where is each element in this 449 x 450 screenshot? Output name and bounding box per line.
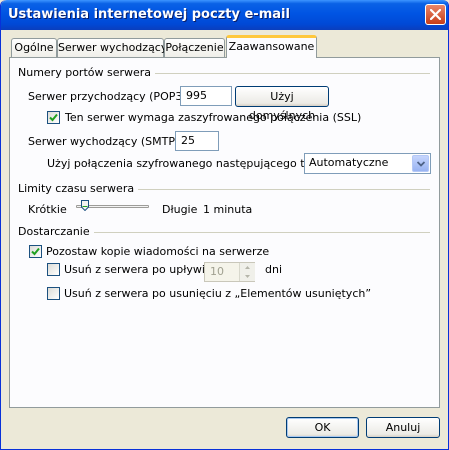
encryption-type-label: Użyj połączenia szyfrowanego następujące… bbox=[47, 157, 329, 170]
tab-panel-advanced: Numery portów serwera Serwer przychodząc… bbox=[9, 57, 440, 408]
incoming-port-label: Serwer przychodzący (POP3): bbox=[28, 90, 191, 103]
days-spinner[interactable] bbox=[239, 263, 255, 281]
remove-deleted-label: Usuń z serwera po usunięciu z „Elementów… bbox=[64, 287, 372, 300]
days-unit-label: dni bbox=[265, 263, 283, 276]
tab-advanced[interactable]: Zaawansowane bbox=[226, 35, 317, 58]
delivery-group-title: Dostarczanie bbox=[18, 225, 94, 238]
title-bar[interactable]: Ustawienia internetowej poczty e-mail bbox=[1, 0, 448, 30]
encryption-type-select[interactable]: Automatyczne bbox=[304, 153, 431, 174]
cancel-button[interactable]: Anuluj bbox=[366, 417, 440, 438]
spin-down-button[interactable] bbox=[240, 272, 255, 281]
dialog-window: Ustawienia internetowej poczty e-mail Og… bbox=[0, 0, 449, 450]
days-value: 10 bbox=[210, 265, 224, 278]
keep-copy-label: Pozostaw kopie wiadomości na serwerze bbox=[46, 245, 270, 258]
remove-after-checkbox[interactable] bbox=[47, 263, 60, 276]
use-defaults-button[interactable]: Użyj domyślnych bbox=[235, 86, 329, 122]
ssl-label: Ten serwer wymaga zaszyfrowanego połącze… bbox=[65, 111, 362, 124]
chevron-down-icon bbox=[412, 155, 429, 172]
keep-copy-checkbox[interactable] bbox=[29, 245, 42, 258]
remove-deleted-checkbox[interactable] bbox=[47, 287, 60, 300]
spin-up-button[interactable] bbox=[240, 263, 255, 272]
tab-general[interactable]: Ogólne bbox=[11, 38, 57, 57]
remove-after-label: Usuń z serwera po upływie bbox=[64, 263, 212, 276]
timeout-long-label: Długie bbox=[162, 203, 198, 216]
ssl-checkbox[interactable] bbox=[47, 111, 60, 124]
incoming-port-input[interactable]: 995 bbox=[180, 86, 232, 106]
timeout-short-label: Krótkie bbox=[28, 203, 67, 216]
outgoing-port-label: Serwer wychodzący (SMTP): bbox=[28, 135, 183, 148]
slider-thumb[interactable] bbox=[80, 200, 89, 211]
encryption-type-value: Automatyczne bbox=[309, 156, 389, 169]
tab-outgoing-server[interactable]: Serwer wychodzący bbox=[57, 38, 167, 57]
ok-button[interactable]: OK bbox=[286, 417, 359, 438]
timeout-value: 1 minuta bbox=[203, 203, 253, 216]
outgoing-port-input[interactable]: 25 bbox=[175, 131, 219, 151]
tab-connection[interactable]: Połączenie bbox=[164, 38, 225, 57]
timeouts-group-title: Limity czasu serwera bbox=[18, 182, 139, 195]
ports-group-title: Numery portów serwera bbox=[18, 66, 156, 79]
window-title: Ustawienia internetowej poczty e-mail bbox=[8, 7, 290, 22]
close-button[interactable] bbox=[425, 4, 446, 25]
remove-after-days-input[interactable]: 10 bbox=[204, 262, 255, 282]
